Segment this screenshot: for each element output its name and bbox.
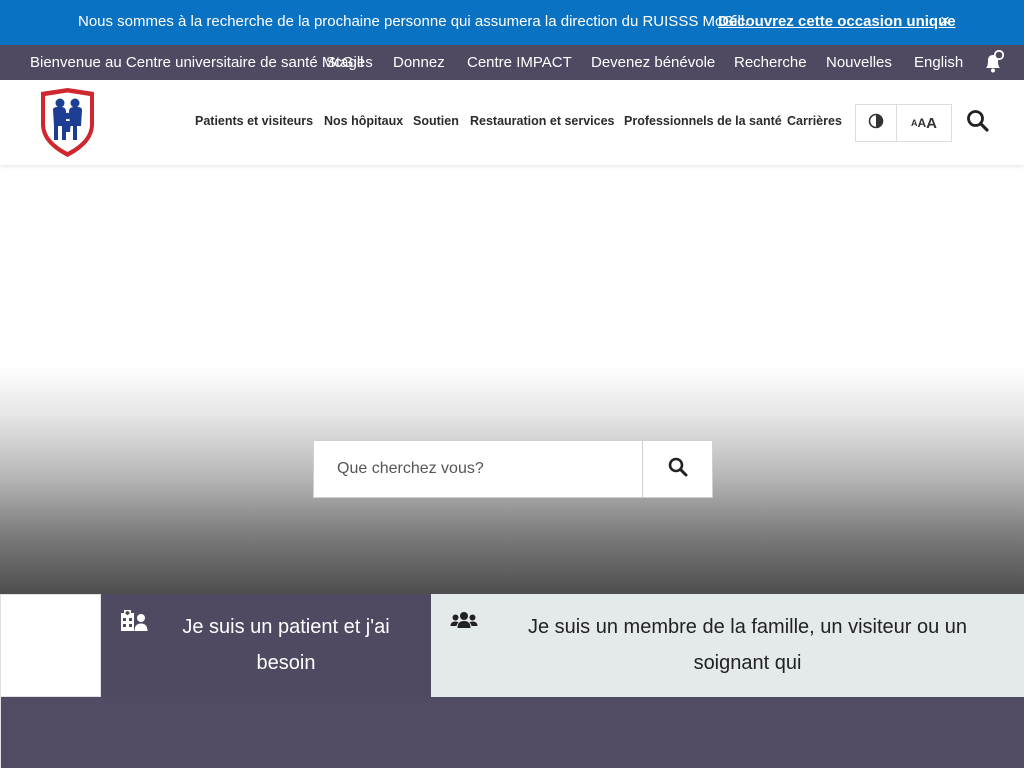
tab-patient[interactable]: Je suis un patient et j'ai besoin xyxy=(101,594,431,697)
utility-bar: Bienvenue au Centre universitaire de san… xyxy=(0,45,1024,80)
nav-restauration[interactable]: Restauration et services xyxy=(470,114,615,128)
header-search-icon[interactable] xyxy=(965,108,991,134)
search-icon xyxy=(667,456,689,483)
font-size-button[interactable]: A A A xyxy=(896,104,952,142)
notification-bell-icon[interactable] xyxy=(982,49,1006,74)
font-size-large: A xyxy=(926,114,937,132)
hero-banner xyxy=(0,165,1024,595)
tab-spacer xyxy=(0,594,101,697)
announcement-message: Nous sommes à la recherche de la prochai… xyxy=(78,13,749,30)
announcement-link[interactable]: Découvrez cette occasion unique xyxy=(718,13,956,30)
site-search-input[interactable] xyxy=(313,440,643,498)
tab-content-panel xyxy=(0,697,1024,768)
close-icon[interactable]: × xyxy=(940,11,950,31)
nav-professionnels[interactable]: Professionnels de la santé xyxy=(624,114,782,128)
nav-patients-visiteurs[interactable]: Patients et visiteurs xyxy=(195,114,313,128)
utility-link-recherche[interactable]: Recherche xyxy=(734,54,807,71)
main-header: Patients et visiteurs Nos hôpitaux Souti… xyxy=(0,80,1024,165)
contrast-toggle-button[interactable] xyxy=(855,104,897,142)
nav-soutien[interactable]: Soutien xyxy=(413,114,459,128)
announcement-bar: Nous sommes à la recherche de la prochai… xyxy=(0,0,1024,45)
utility-link-benevole[interactable]: Devenez bénévole xyxy=(591,54,715,71)
utility-link-donnez[interactable]: Donnez xyxy=(393,54,445,71)
hospital-user-icon xyxy=(120,609,148,633)
tab-family-label: Je suis un membre de la famille, un visi… xyxy=(527,616,968,674)
users-icon xyxy=(450,609,478,633)
tab-family[interactable]: Je suis un membre de la famille, un visi… xyxy=(431,594,1024,697)
audience-tabs: Je suis un patient et j'ai besoin Je sui… xyxy=(0,594,1024,697)
welcome-text: Bienvenue au Centre universitaire de san… xyxy=(30,54,364,71)
utility-link-nouvelles[interactable]: Nouvelles xyxy=(826,54,892,71)
contrast-icon xyxy=(868,113,884,134)
muhc-logo[interactable] xyxy=(39,88,96,158)
font-size-medium: A xyxy=(917,116,927,130)
utility-link-english[interactable]: English xyxy=(914,54,963,71)
utility-link-impact[interactable]: Centre IMPACT xyxy=(467,54,572,71)
nav-carrieres[interactable]: Carrières xyxy=(787,114,842,128)
site-search-button[interactable] xyxy=(642,440,713,498)
utility-link-stages[interactable]: Stages xyxy=(326,54,373,71)
nav-nos-hopitaux[interactable]: Nos hôpitaux xyxy=(324,114,403,128)
tab-patient-label: Je suis un patient et j'ai besoin xyxy=(182,616,390,674)
